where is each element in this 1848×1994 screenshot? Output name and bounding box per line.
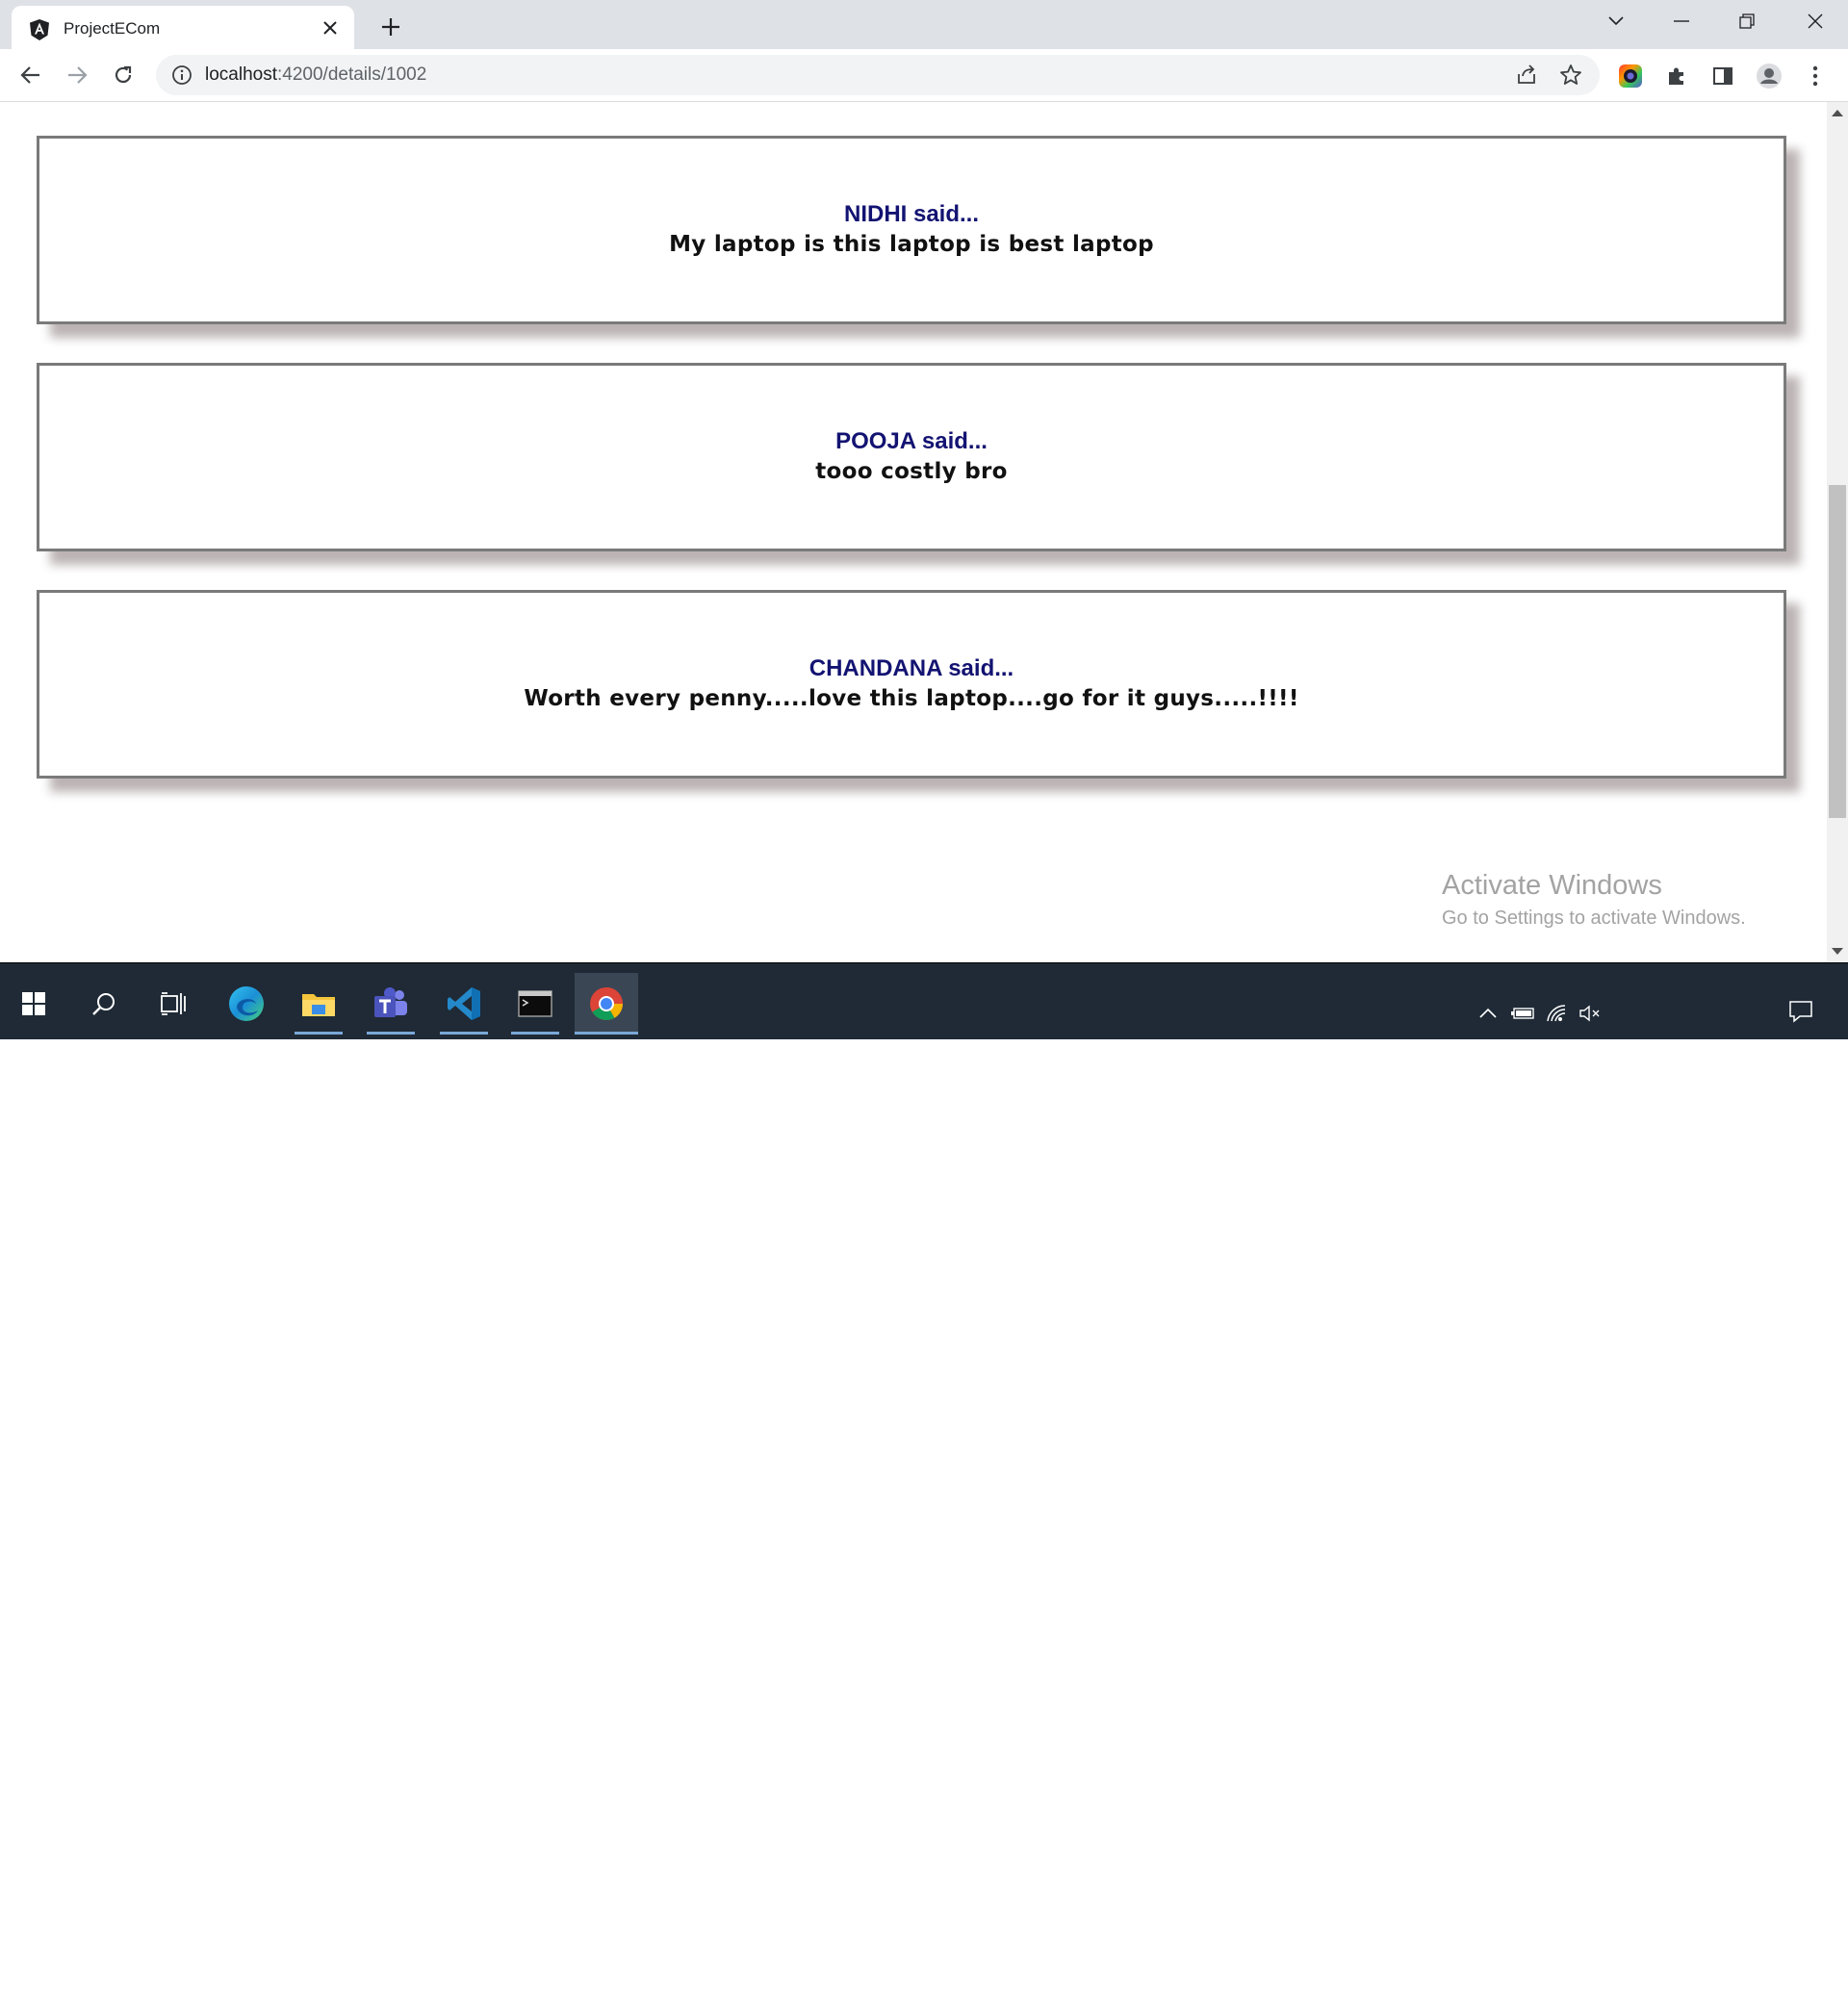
teams-icon[interactable] — [359, 973, 423, 1035]
region-code: IN — [1628, 1975, 1645, 1993]
star-icon[interactable] — [1559, 64, 1582, 87]
scroll-up-icon[interactable] — [1832, 110, 1843, 116]
comment-author: POOJA said... — [835, 428, 988, 454]
side-panel-icon[interactable] — [1707, 61, 1738, 91]
color-extension-icon[interactable] — [1615, 61, 1646, 91]
comment-card: NIDHI said... My laptop is this laptop i… — [37, 136, 1786, 324]
comment-author: CHANDANA said... — [808, 655, 1014, 681]
clock[interactable]: 06:11 PM 27-04-2023 — [1665, 1950, 1767, 1994]
restore-icon[interactable] — [1714, 0, 1780, 42]
watermark-title: Activate Windows — [1442, 870, 1662, 901]
comment-text: tooo costly bro — [815, 459, 1008, 484]
url-text[interactable]: localhost:4200/details/1002 — [205, 64, 426, 86]
new-tab-icon[interactable] — [375, 12, 406, 42]
comment-text: Worth every penny.....love this laptop..… — [524, 686, 1299, 711]
comment-card: POOJA said... tooo costly bro — [37, 363, 1786, 551]
tab-strip: ProjectECom — [0, 0, 1848, 49]
task-view-icon[interactable] — [141, 973, 205, 1035]
chrome-icon[interactable] — [575, 973, 638, 1035]
tab-search-icon[interactable] — [1583, 0, 1649, 42]
kebab-menu-icon[interactable] — [1800, 61, 1831, 91]
edge-icon[interactable] — [215, 973, 278, 1035]
watermark-subtitle: Go to Settings to activate Windows. — [1442, 908, 1746, 929]
activate-windows-watermark: Activate Windows Go to Settings to activ… — [1442, 870, 1746, 930]
browser-tab[interactable]: ProjectECom — [12, 6, 354, 49]
chevron-up-icon[interactable] — [1475, 1000, 1502, 1027]
running-indicator — [295, 1032, 343, 1035]
close-window-icon[interactable] — [1783, 0, 1848, 42]
address-bar[interactable]: localhost:4200/details/1002 — [156, 55, 1600, 95]
share-icon[interactable] — [1515, 64, 1538, 87]
network-icon[interactable] — [1544, 1000, 1571, 1027]
battery-icon[interactable] — [1509, 1000, 1536, 1027]
running-indicator — [440, 1032, 488, 1035]
page-scrollbar[interactable] — [1827, 102, 1848, 962]
scroll-down-icon[interactable] — [1832, 948, 1843, 955]
url-host: localhost — [205, 64, 277, 85]
language-indicator[interactable]: ENG IN — [1615, 1950, 1657, 1994]
comment-text: My laptop is this laptop is best laptop — [669, 232, 1154, 257]
url-path: :4200/details/1002 — [277, 64, 427, 85]
page-viewport: NIDHI said... My laptop is this laptop i… — [0, 102, 1827, 962]
clock-time: 06:11 PM — [1681, 1950, 1751, 1968]
comment-card: CHANDANA said... Worth every penny.....l… — [37, 590, 1786, 779]
notification-icon[interactable] — [1787, 998, 1814, 1025]
running-indicator — [367, 1032, 415, 1035]
info-icon[interactable] — [171, 64, 192, 86]
terminal-icon[interactable] — [503, 973, 567, 1035]
forward-arrow-icon[interactable] — [59, 57, 95, 93]
close-tab-icon[interactable] — [318, 15, 343, 40]
comment-author: NIDHI said... — [843, 201, 980, 227]
back-arrow-icon[interactable] — [13, 57, 49, 93]
running-indicator — [575, 1032, 638, 1035]
vscode-icon[interactable] — [432, 973, 496, 1035]
windows-start-icon[interactable] — [2, 973, 65, 1035]
search-icon[interactable] — [72, 973, 136, 1035]
windows-taskbar: ENG IN 06:11 PM 27-04-2023 — [0, 962, 1848, 1993]
clock-date: 27-04-2023 — [1674, 1975, 1758, 1993]
speaker-muted-icon[interactable] — [1577, 1000, 1604, 1027]
minimize-icon[interactable] — [1649, 0, 1714, 42]
profile-icon[interactable] — [1754, 61, 1784, 91]
reload-icon[interactable] — [105, 57, 141, 93]
running-indicator — [511, 1032, 559, 1035]
browser-toolbar: localhost:4200/details/1002 — [0, 49, 1848, 102]
file-explorer-icon[interactable] — [287, 973, 350, 1035]
angular-logo-icon — [28, 18, 51, 41]
puzzle-icon[interactable] — [1661, 61, 1692, 91]
scroll-thumb[interactable] — [1829, 485, 1846, 818]
tab-title: ProjectECom — [64, 19, 161, 38]
language-code: ENG — [1618, 1950, 1655, 1968]
